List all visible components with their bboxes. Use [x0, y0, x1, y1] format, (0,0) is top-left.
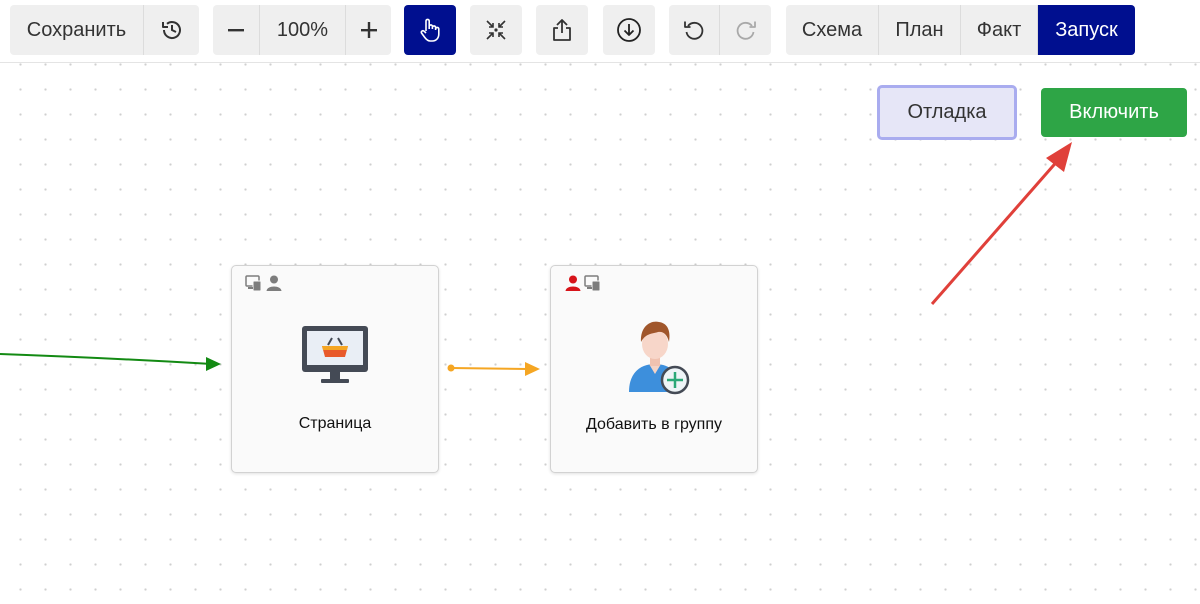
- node-badges: [564, 274, 602, 292]
- node-add-to-group[interactable]: Добавить в группу: [550, 265, 758, 473]
- node-connection[interactable]: [450, 367, 529, 370]
- monitor-basket-icon: [302, 326, 368, 383]
- user-red-icon: [565, 275, 581, 291]
- annotation-arrow: [930, 157, 1062, 305]
- incoming-arrowhead: [206, 357, 221, 371]
- node-title: Страница: [298, 415, 372, 432]
- incoming-connection[interactable]: [0, 353, 213, 365]
- devices-icon: [245, 275, 262, 292]
- node-title: Добавить в группу: [586, 416, 722, 433]
- devices-icon: [584, 275, 601, 292]
- connection-start-dot[interactable]: [447, 364, 455, 372]
- node-badges: [245, 274, 283, 292]
- connection-arrowhead: [525, 362, 540, 376]
- user-add-icon: [629, 321, 690, 395]
- node-page[interactable]: Страница: [231, 265, 439, 473]
- user-gray-icon: [266, 275, 282, 291]
